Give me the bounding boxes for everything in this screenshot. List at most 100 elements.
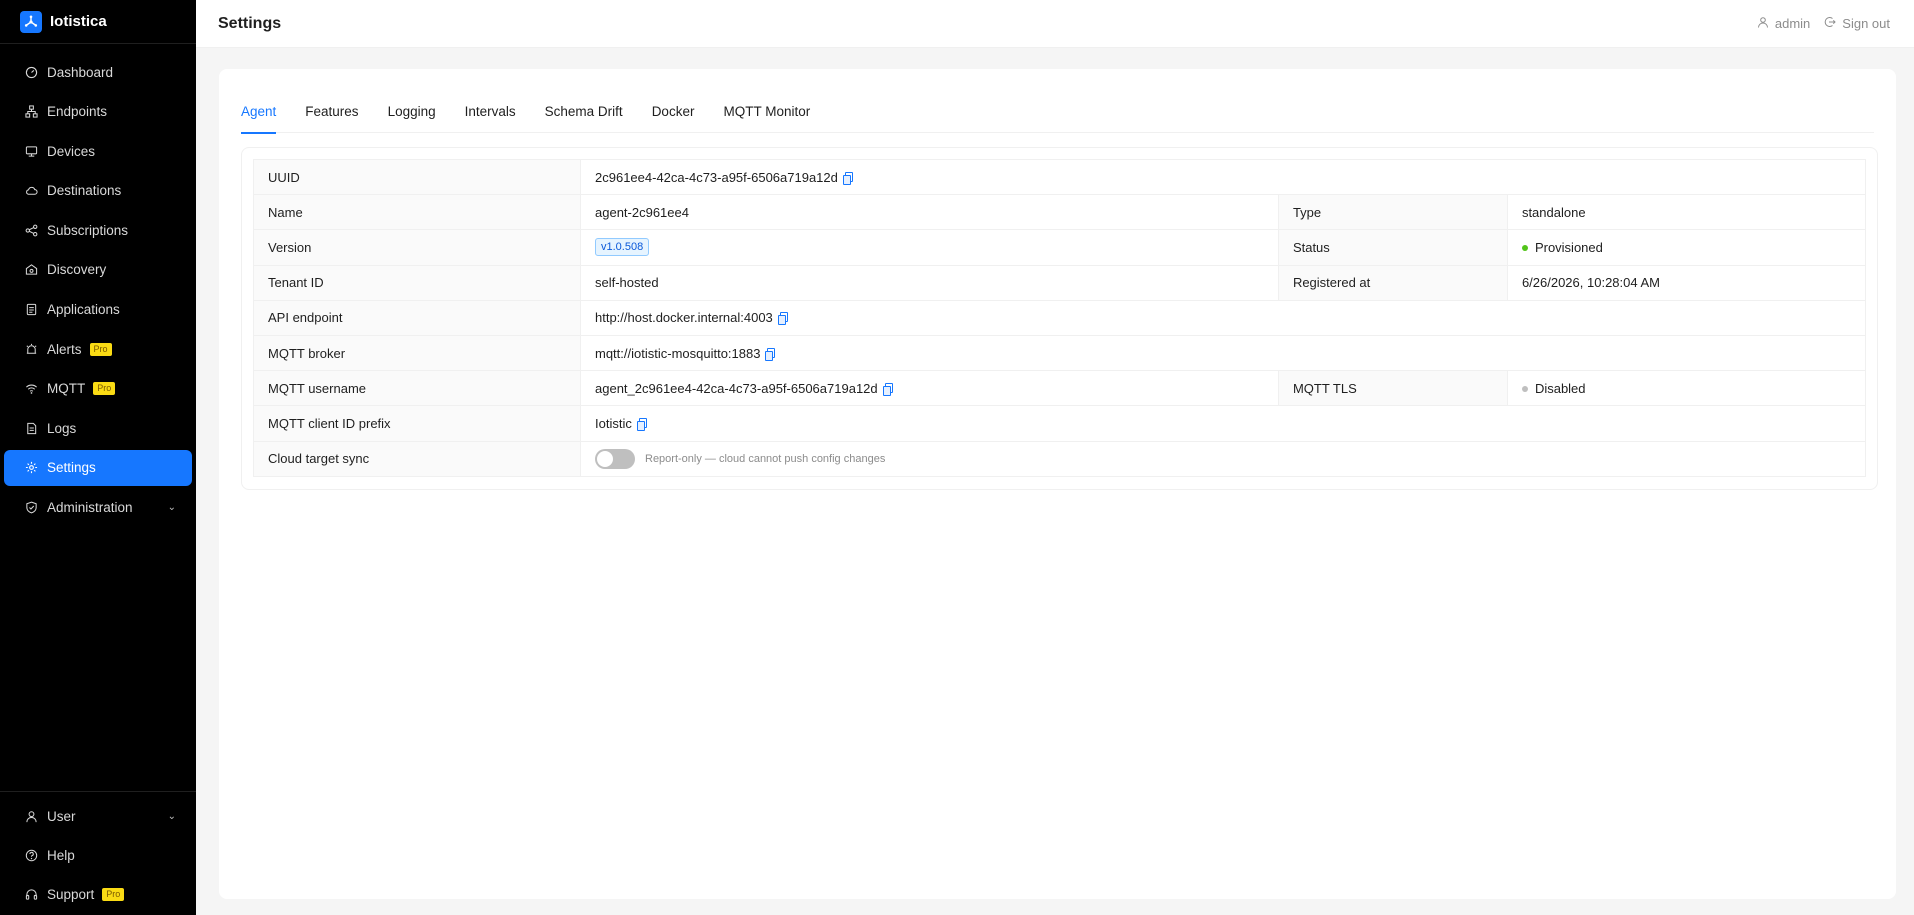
chevron-down-icon: ⌄ <box>167 502 176 514</box>
mqtt-tls-value: Disabled <box>1534 380 1586 396</box>
table-row: MQTT client ID prefix Iotistic <box>253 405 1866 442</box>
pro-badge: Pro <box>93 382 116 396</box>
sidebar-item-settings[interactable]: Settings <box>4 449 192 486</box>
copy-icon[interactable] <box>842 171 853 185</box>
share-icon <box>24 223 38 237</box>
sidebar-item-label: MQTT <box>47 381 86 397</box>
sidebar-item-label: Help <box>47 847 75 863</box>
alert-icon <box>24 342 38 356</box>
mqtt-tls-cell: Disabled <box>1506 370 1867 407</box>
sidebar-item-administration[interactable]: Administration ⌄ <box>4 490 192 526</box>
agent-details-table: UUID 2c961ee4-42ca-4c73-a95f-6506a719a12… <box>253 158 1867 477</box>
uuid-label: UUID <box>253 158 581 196</box>
sidebar: Iotistica Dashboard Endpoints Devices De… <box>0 0 196 915</box>
endpoints-icon <box>24 105 38 119</box>
sidebar-item-label: Alerts <box>47 341 82 357</box>
sidebar-item-mqtt[interactable]: MQTT Pro <box>4 371 192 407</box>
copy-icon[interactable] <box>882 382 893 396</box>
type-value: standalone <box>1506 194 1867 231</box>
pro-badge: Pro <box>89 342 112 356</box>
table-row: Tenant ID self-hosted Registered at 6/26… <box>253 264 1867 301</box>
sidebar-item-discovery[interactable]: Discovery <box>4 252 192 288</box>
table-row: MQTT broker mqtt://iotistic-mosquitto:18… <box>253 334 1866 372</box>
copy-icon[interactable] <box>765 347 776 361</box>
settings-card: Agent Features Logging Intervals Schema … <box>219 69 1896 899</box>
sidebar-item-logs[interactable]: Logs <box>4 410 192 446</box>
mqtt-broker-label: MQTT broker <box>253 334 581 372</box>
mqtt-tls-label: MQTT TLS <box>1277 370 1508 407</box>
help-icon <box>24 848 38 862</box>
discovery-icon <box>24 263 38 277</box>
shield-icon <box>24 501 38 515</box>
sidebar-item-label: Dashboard <box>47 64 114 80</box>
api-endpoint-label: API endpoint <box>253 299 581 336</box>
sign-out-button[interactable]: Sign out <box>1824 16 1890 31</box>
version-cell: v1.0.508 <box>580 229 1279 266</box>
sidebar-bottom: User ⌄ Help Support Pro <box>0 791 196 915</box>
sidebar-item-support[interactable]: Support Pro <box>4 876 192 912</box>
table-row: Cloud target sync Report-only — cloud ca… <box>253 440 1866 477</box>
sidebar-item-destinations[interactable]: Destinations <box>4 173 192 209</box>
sidebar-item-applications[interactable]: Applications <box>4 292 192 328</box>
client-prefix-cell: Iotistic <box>580 405 1866 442</box>
tenant-value: self-hosted <box>580 264 1279 301</box>
tab-logging[interactable]: Logging <box>388 100 436 133</box>
registered-label: Registered at <box>1277 264 1508 301</box>
type-label: Type <box>1277 194 1508 231</box>
app-logo-icon <box>20 10 42 33</box>
sidebar-item-label: Endpoints <box>47 104 108 120</box>
tab-mqtt-monitor[interactable]: MQTT Monitor <box>723 100 810 133</box>
gear-icon <box>24 461 38 475</box>
logout-icon <box>1824 16 1837 31</box>
user-icon <box>24 809 38 823</box>
tab-intervals[interactable]: Intervals <box>465 100 516 133</box>
table-row: API endpoint http://host.docker.internal… <box>253 299 1866 336</box>
mqtt-broker-value: mqtt://iotistic-mosquitto:1883 <box>595 345 761 361</box>
sidebar-item-endpoints[interactable]: Endpoints <box>4 94 192 130</box>
tls-dot <box>1521 385 1528 392</box>
brand[interactable]: Iotistica <box>0 0 196 44</box>
sidebar-item-dashboard[interactable]: Dashboard <box>4 54 192 90</box>
sidebar-item-label: Support <box>47 886 95 902</box>
tab-agent[interactable]: Agent <box>241 100 277 134</box>
wifi-icon <box>24 382 38 396</box>
agent-panel: UUID 2c961ee4-42ca-4c73-a95f-6506a719a12… <box>241 147 1878 490</box>
mqtt-username-label: MQTT username <box>253 370 581 407</box>
settings-tabs: Agent Features Logging Intervals Schema … <box>241 100 1874 134</box>
cloud-sync-toggle[interactable] <box>595 448 635 469</box>
sidebar-item-help[interactable]: Help <box>4 837 192 873</box>
dashboard-icon <box>24 65 38 79</box>
sign-out-label: Sign out <box>1842 16 1890 31</box>
sidebar-item-label: Logs <box>47 420 77 436</box>
sidebar-item-devices[interactable]: Devices <box>4 133 192 169</box>
tab-features[interactable]: Features <box>305 100 358 133</box>
tab-schema-drift[interactable]: Schema Drift <box>545 100 623 133</box>
sidebar-item-label: Devices <box>47 143 96 159</box>
version-tag: v1.0.508 <box>595 238 650 257</box>
name-label: Name <box>253 194 581 231</box>
copy-icon[interactable] <box>777 312 788 326</box>
app-name: Iotistica <box>50 13 107 30</box>
version-label: Version <box>253 229 581 266</box>
copy-icon[interactable] <box>636 417 647 431</box>
page-title: Settings <box>218 14 282 32</box>
chevron-down-icon: ⌄ <box>167 810 176 822</box>
status-badge: Provisioned <box>1534 239 1603 255</box>
tab-docker[interactable]: Docker <box>652 100 695 133</box>
sidebar-item-alerts[interactable]: Alerts Pro <box>4 331 192 367</box>
cloud-sync-hint: Report-only — cloud cannot push config c… <box>645 452 886 465</box>
client-prefix-value: Iotistic <box>595 415 632 431</box>
sidebar-item-label: Discovery <box>47 262 107 278</box>
user-menu[interactable]: admin <box>1757 16 1810 31</box>
name-value: agent-2c961ee4 <box>580 194 1279 231</box>
sidebar-item-subscriptions[interactable]: Subscriptions <box>4 212 192 248</box>
sidebar-item-label: Destinations <box>47 183 122 199</box>
sidebar-item-user[interactable]: User ⌄ <box>4 798 192 834</box>
table-row: MQTT username agent_2c961ee4-42ca-4c73-a… <box>253 370 1867 407</box>
cloud-sync-label: Cloud target sync <box>253 440 581 477</box>
registered-value: 6/26/2026, 10:28:04 AM <box>1506 264 1867 301</box>
api-endpoint-cell: http://host.docker.internal:4003 <box>580 299 1866 336</box>
status-cell: Provisioned <box>1506 229 1867 266</box>
mqtt-username-cell: agent_2c961ee4-42ca-4c73-a95f-6506a719a1… <box>580 370 1279 407</box>
cloud-sync-cell: Report-only — cloud cannot push config c… <box>580 440 1866 477</box>
